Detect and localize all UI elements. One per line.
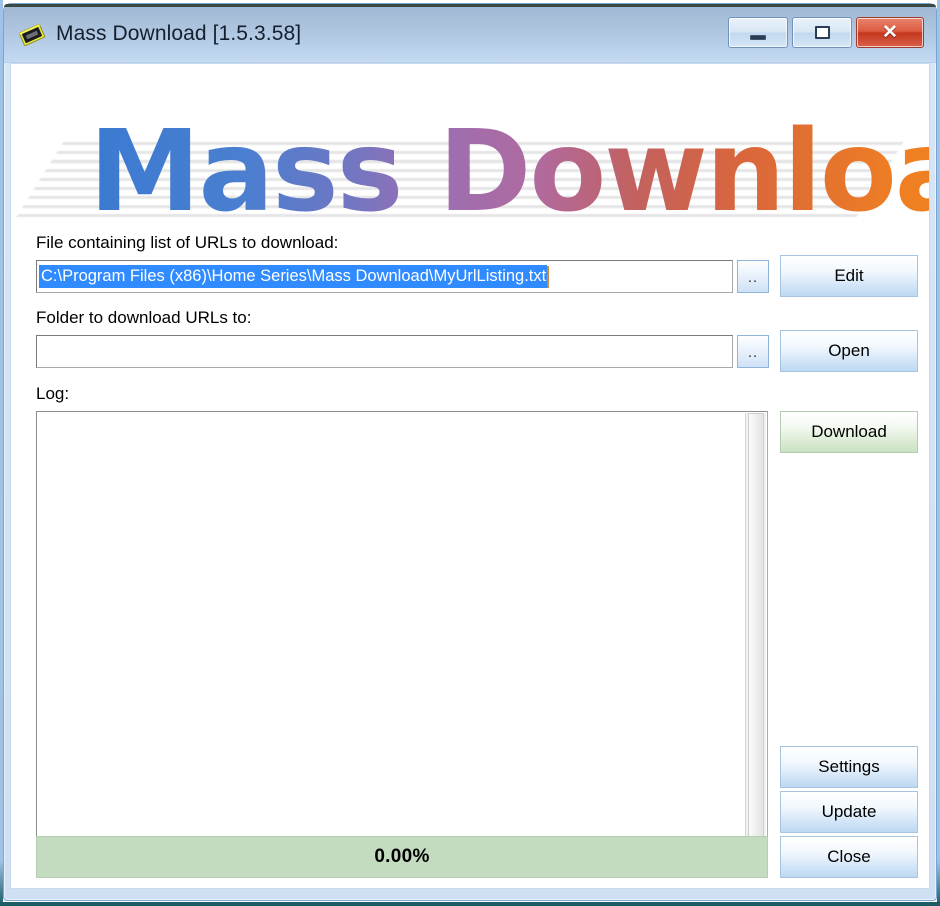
log-scrollbar-thumb[interactable] [748,413,764,839]
download-button[interactable]: Download [780,411,918,453]
progress-bar: 0.00% [36,836,768,878]
title-bar-top-edge [4,4,936,7]
open-button[interactable]: Open [780,330,918,372]
text-caret [547,265,550,288]
maximize-icon [814,26,830,39]
title-bar[interactable]: Mass Download [1.5.3.58] ✕ [4,4,936,63]
window-controls: ✕ [728,17,924,48]
url-file-label: File containing list of URLs to download… [36,233,339,252]
download-folder-input[interactable] [36,335,733,368]
download-folder-browse-button[interactable]: .. [737,335,769,368]
url-file-browse-button[interactable]: .. [737,260,769,293]
minimize-button[interactable] [728,17,788,48]
log-scrollbar[interactable] [745,413,766,839]
log-textarea[interactable] [36,411,768,841]
url-file-input[interactable]: C:\Program Files (x86)\Home Series\Mass … [36,260,733,293]
client-area: Mass Download File containing list of UR… [10,63,930,889]
minimize-icon [750,34,766,40]
log-label: Log: [36,384,70,403]
maximize-button[interactable] [792,17,852,48]
url-file-value: C:\Program Files (x86)\Home Series\Mass … [39,264,548,289]
app-screenshot: Mass Download [1.5.3.58] ✕ Mass Download [0,0,940,906]
download-folder-label: Folder to download URLs to: [36,308,252,327]
window-title: Mass Download [1.5.3.58] [56,22,302,45]
download-folder-value [39,349,42,354]
close-button[interactable]: Close [780,836,918,878]
close-window-button[interactable]: ✕ [856,17,924,48]
edit-button[interactable]: Edit [780,255,918,297]
application-window: Mass Download [1.5.3.58] ✕ Mass Download [3,3,937,901]
progress-percent-label: 0.00% [374,846,430,867]
app-icon [17,21,47,49]
logo-text: Mass Download [89,116,929,226]
close-icon: ✕ [882,22,898,43]
window-border-bottom [0,902,940,906]
update-button[interactable]: Update [780,791,918,833]
logo-banner: Mass Download [11,64,929,226]
settings-button[interactable]: Settings [780,746,918,788]
